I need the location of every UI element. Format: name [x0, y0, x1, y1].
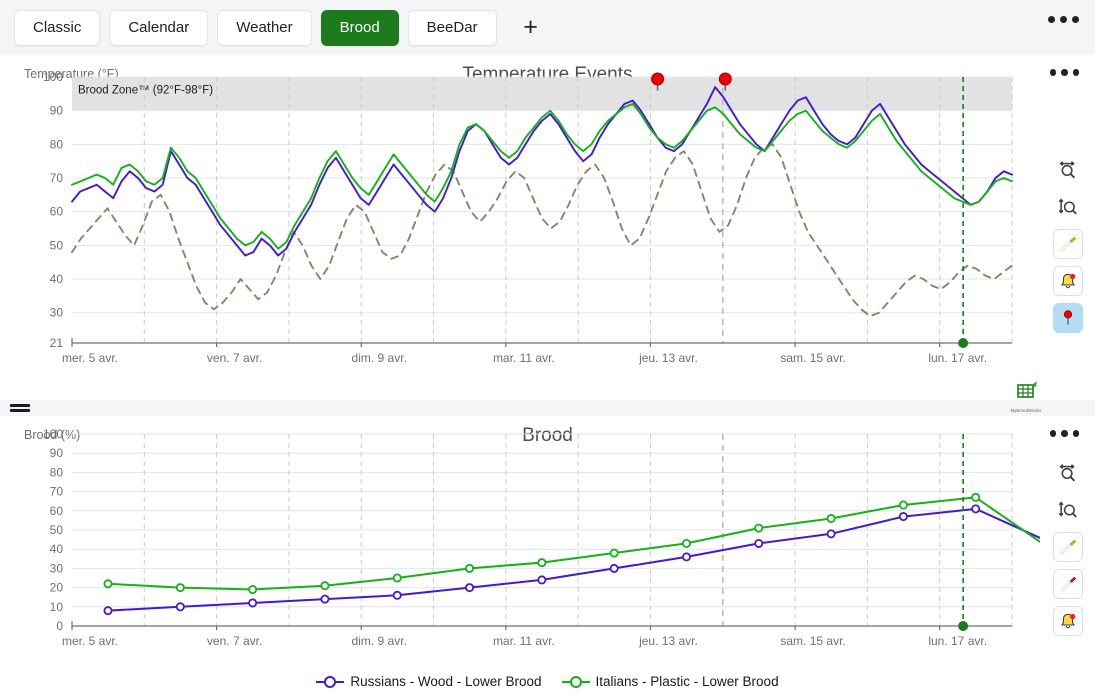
- svg-text:70: 70: [50, 171, 64, 185]
- tab-bar: Classic Calendar Weather Brood BeeDar +: [0, 0, 1095, 55]
- tab-brood[interactable]: Brood: [320, 9, 399, 46]
- legend-label: Italians - Plastic - Lower Brood: [595, 674, 779, 689]
- temperature-panel-kebab-button[interactable]: [1049, 69, 1079, 76]
- alerts-bell-button[interactable]: [1053, 606, 1083, 636]
- red-wand-button[interactable]: [1053, 569, 1083, 599]
- svg-text:lun. 17 avr.: lun. 17 avr.: [928, 351, 987, 365]
- legend-item-italians[interactable]: Italians - Plastic - Lower Brood: [561, 674, 779, 689]
- svg-text:lun. 17 avr.: lun. 17 avr.: [928, 634, 987, 648]
- svg-text:ven. 7 avr.: ven. 7 avr.: [207, 351, 262, 365]
- svg-text:100: 100: [43, 70, 63, 84]
- svg-text:ven. 7 avr.: ven. 7 avr.: [207, 634, 262, 648]
- temperature-events-panel: Temperature Events Temperature (°F) 100 …: [0, 55, 1095, 454]
- tab-weather[interactable]: Weather: [217, 9, 312, 46]
- zoom-vertical-icon: [1058, 198, 1077, 215]
- svg-text:80: 80: [50, 465, 64, 479]
- kebab-menu-icon: [1049, 69, 1056, 76]
- red-wand-icon: [1060, 576, 1077, 592]
- svg-text:80: 80: [50, 137, 64, 151]
- svg-text:10: 10: [50, 600, 64, 614]
- svg-text:sam. 15 avr.: sam. 15 avr.: [780, 351, 845, 365]
- svg-text:60: 60: [50, 504, 64, 518]
- svg-text:Brood Zone™ (92°F-98°F): Brood Zone™ (92°F-98°F): [78, 85, 213, 97]
- svg-text:mer. 5 avr.: mer. 5 avr.: [62, 351, 118, 365]
- zoom-horizontal-icon: [1059, 161, 1076, 179]
- legend-item-russians[interactable]: Russians - Wood - Lower Brood: [316, 674, 542, 689]
- zoom-vertical-button[interactable]: [1053, 495, 1083, 525]
- yellow-wand-icon: [1060, 539, 1077, 555]
- svg-text:50: 50: [50, 523, 64, 537]
- yellow-wand-button[interactable]: [1053, 229, 1083, 259]
- pin-events-button[interactable]: [1053, 303, 1083, 333]
- svg-text:100: 100: [43, 427, 63, 441]
- zoom-vertical-button[interactable]: [1053, 192, 1083, 222]
- svg-text:40: 40: [50, 272, 64, 286]
- svg-text:dim. 9 avr.: dim. 9 avr.: [352, 351, 407, 365]
- tab-label: Brood: [339, 19, 380, 36]
- svg-text:70: 70: [50, 485, 64, 499]
- svg-text:dim. 9 avr.: dim. 9 avr.: [352, 634, 407, 648]
- brood-panel-kebab-button[interactable]: [1049, 430, 1079, 437]
- brood-chart[interactable]: 100 90 80 70 60 50 40 30 20 10 0 mer. 5 avr. ven. 7 …: [0, 416, 1053, 671]
- brood-tool-rail: [1049, 458, 1087, 636]
- kebab-menu-icon: [1049, 430, 1056, 437]
- kebab-menu-icon: [1072, 69, 1079, 76]
- svg-text:0: 0: [56, 619, 63, 633]
- plus-icon: +: [523, 13, 538, 41]
- kebab-menu-icon: [1060, 16, 1067, 23]
- add-tab-button[interactable]: +: [516, 13, 546, 43]
- tab-calendar[interactable]: Calendar: [109, 9, 209, 46]
- temperature-chart[interactable]: 100 90 80 70 60 50 40 30 21 Brood Zone™ (92°F-98°…: [0, 55, 1040, 390]
- svg-text:21: 21: [50, 336, 64, 350]
- tab-beedar[interactable]: BeeDar: [407, 9, 497, 46]
- svg-text:90: 90: [50, 104, 64, 118]
- svg-text:sam. 15 avr.: sam. 15 avr.: [780, 634, 845, 648]
- tab-label: Classic: [33, 19, 82, 36]
- svg-text:90: 90: [50, 446, 64, 460]
- tab-label: BeeDar: [426, 19, 478, 36]
- yellow-wand-button[interactable]: [1053, 532, 1083, 562]
- drag-handle-icon: [10, 402, 30, 414]
- window-kebab-menu-button[interactable]: [1048, 16, 1079, 23]
- kebab-menu-icon: [1072, 430, 1079, 437]
- kebab-menu-icon: [1061, 430, 1068, 437]
- tab-classic[interactable]: Classic: [14, 9, 101, 46]
- map-pin-icon: [1063, 310, 1073, 325]
- svg-text:jeu. 13 avr.: jeu. 13 avr.: [638, 634, 698, 648]
- svg-text:40: 40: [50, 542, 64, 556]
- svg-text:mer. 5 avr.: mer. 5 avr.: [62, 634, 118, 648]
- svg-text:mar. 11 avr.: mar. 11 avr.: [493, 634, 555, 648]
- kebab-menu-icon: [1048, 16, 1055, 23]
- alerts-bell-button[interactable]: [1053, 266, 1083, 296]
- panel-splitter-top[interactable]: [0, 400, 1095, 416]
- temperature-tool-rail: [1049, 155, 1087, 333]
- svg-text:mar. 11 avr.: mar. 11 avr.: [493, 351, 555, 365]
- bell-alert-icon: [1061, 613, 1076, 629]
- legend-label: Russians - Wood - Lower Brood: [350, 674, 542, 689]
- brood-panel: Brood Brood (%) 100 90 80 70 60 50 40 30…: [0, 416, 1095, 694]
- svg-text:30: 30: [50, 306, 64, 320]
- svg-text:60: 60: [50, 205, 64, 219]
- tab-label: Calendar: [128, 19, 190, 36]
- zoom-horizontal-icon: [1059, 464, 1076, 482]
- bell-alert-icon: [1061, 273, 1076, 289]
- svg-text:jeu. 13 avr.: jeu. 13 avr.: [638, 351, 698, 365]
- tab-label: Weather: [236, 19, 293, 36]
- zoom-horizontal-button[interactable]: [1053, 458, 1083, 488]
- legend-marker-icon: [561, 675, 590, 688]
- zoom-horizontal-button[interactable]: [1053, 155, 1083, 185]
- zoom-vertical-icon: [1058, 501, 1077, 518]
- kebab-menu-icon: [1061, 69, 1068, 76]
- svg-text:20: 20: [50, 581, 64, 595]
- legend-marker-icon: [316, 675, 345, 688]
- kebab-menu-icon: [1072, 16, 1079, 23]
- yellow-wand-icon: [1060, 236, 1077, 252]
- svg-text:50: 50: [50, 238, 64, 252]
- brood-legend: Russians - Wood - Lower Brood Italians -…: [0, 674, 1095, 689]
- svg-text:30: 30: [50, 561, 64, 575]
